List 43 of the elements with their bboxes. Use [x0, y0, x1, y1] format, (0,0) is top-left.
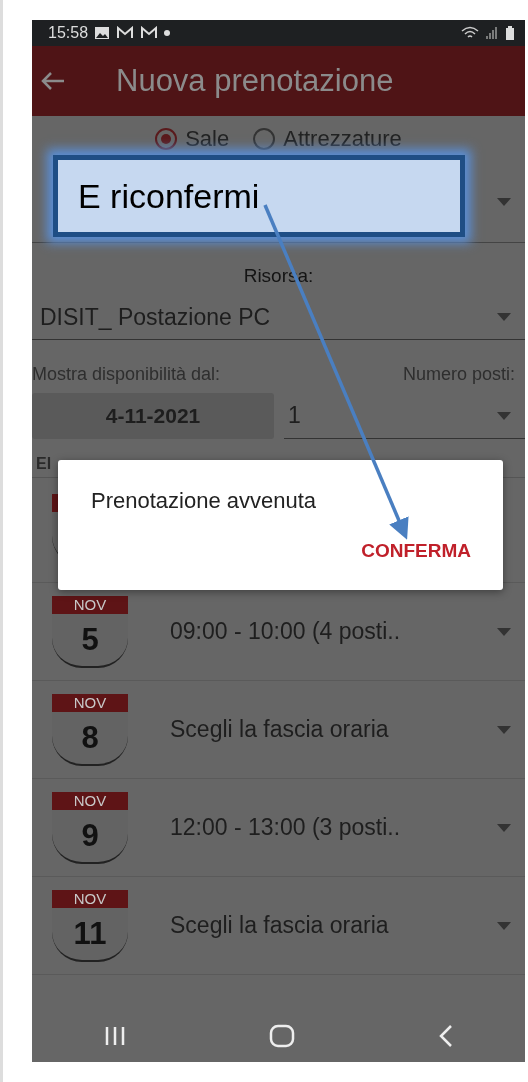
time-slot-dropdown[interactable]: Scegli la fascia oraria — [170, 716, 455, 743]
radio-option[interactable]: Sale — [155, 126, 230, 152]
caret-icon — [497, 627, 511, 636]
time-slot-dropdown[interactable]: Scegli la fascia oraria — [170, 912, 455, 939]
calendar-icon: NOV 9 — [52, 791, 128, 864]
day-row[interactable]: NOV 11 Scegli la fascia oraria — [32, 877, 525, 975]
field-label: Mostra disponibilità dal: — [32, 364, 221, 385]
time-slot-dropdown[interactable]: 12:00 - 13:00 (3 posti.. — [170, 814, 455, 841]
calendar-icon: NOV 11 — [52, 889, 128, 962]
callout-tooltip: E riconfermi — [53, 155, 465, 237]
resource-dropdown[interactable]: DISIT_ Postazione PC — [32, 295, 525, 340]
mail-icon — [140, 26, 159, 40]
dialog-message: Prenotazione avvenuta — [91, 488, 318, 514]
signal-icon — [485, 26, 499, 40]
list-header: El — [36, 455, 52, 473]
calendar-icon: NOV 8 — [52, 693, 128, 766]
dot-icon — [164, 30, 171, 36]
home-icon[interactable] — [269, 1024, 296, 1048]
radio-circle[interactable] — [253, 128, 276, 150]
caret-icon — [497, 921, 511, 930]
day-row[interactable]: NOV 8 Scegli la fascia oraria — [32, 681, 525, 779]
status-time: 15:58 — [48, 24, 89, 42]
date-field[interactable]: 4-11-2021 — [32, 393, 274, 439]
back-arrow-icon[interactable] — [40, 70, 66, 92]
back-icon[interactable] — [437, 1024, 454, 1048]
calendar-icon: NOV 5 — [52, 595, 128, 668]
caret-icon — [497, 198, 511, 206]
radio-circle[interactable] — [155, 128, 178, 150]
time-slot-dropdown[interactable]: 09:00 - 10:00 (4 posti.. — [170, 618, 455, 645]
screen-title: Nuova prenotazione — [116, 63, 394, 99]
caret-icon — [497, 411, 511, 420]
battery-icon — [505, 26, 515, 40]
mail-icon — [116, 26, 135, 40]
radio-option[interactable]: Attrezzature — [253, 126, 402, 152]
caret-icon — [497, 725, 511, 734]
caret-icon — [497, 823, 511, 832]
caret-icon — [497, 313, 511, 321]
seats-dropdown[interactable]: 1 — [284, 393, 525, 439]
day-row[interactable]: NOV 9 12:00 - 13:00 (3 posti.. — [32, 779, 525, 877]
confirm-button[interactable]: CONFERMA — [361, 536, 471, 566]
image-icon — [94, 26, 111, 40]
wifi-icon — [461, 26, 479, 40]
field-label: Numero posti: — [402, 364, 515, 385]
